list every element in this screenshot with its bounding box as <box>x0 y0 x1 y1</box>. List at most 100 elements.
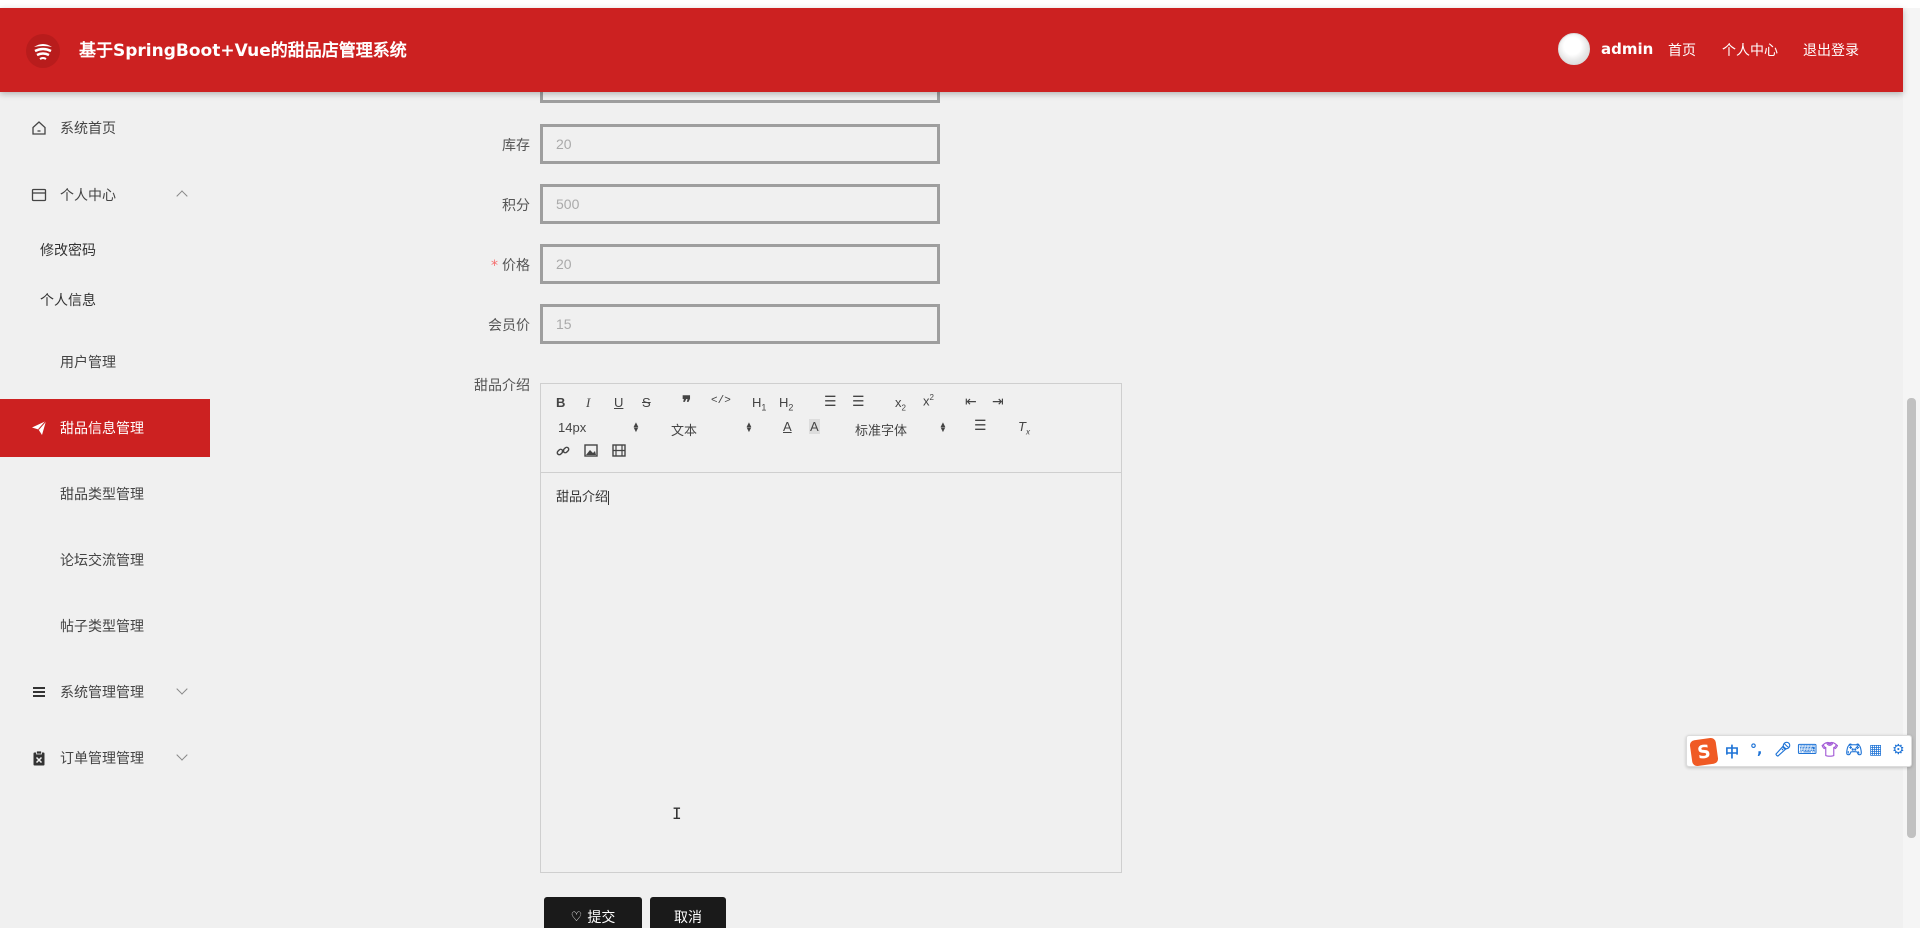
sidebar-item-order-management[interactable]: 订单管理管理 <box>0 729 210 787</box>
background-color-icon[interactable]: A <box>809 419 820 434</box>
nav-logout-link[interactable]: 退出登录 <box>1803 40 1859 60</box>
sidebar-item-home[interactable]: 系统首页 <box>0 99 210 157</box>
member-price-label: 会员价 <box>488 318 530 334</box>
price-input[interactable]: 20 <box>540 244 940 284</box>
sidebar-item-profile-center[interactable]: 个人中心 <box>0 166 210 224</box>
italic-icon[interactable]: I <box>586 395 590 411</box>
ime-toolbar: S 中 °, 🎤︎ ⌨ 👕︎ 🎮︎ ▦ ⚙ <box>1686 735 1912 767</box>
app-header: 基于SpringBoot+Vue的甜品店管理系统 admin 首页 个人中心 退… <box>0 8 1903 92</box>
editor-toolbar: B I U S ❞ </> H1 H2 ☰ ☰ x2 x2 ⇤ ⇥ 14px ▲ ▼… <box>541 384 1121 473</box>
skin-icon[interactable]: 👕︎ <box>1821 742 1839 758</box>
sidebar-item-label: 甜品信息管理 <box>60 421 144 437</box>
select-updown-icon: ▲ ▼ <box>632 420 640 434</box>
chevron-up-icon <box>176 190 188 202</box>
member-price-input[interactable]: 15 <box>540 304 940 344</box>
font-size-select[interactable]: 14px ▲ ▼ <box>558 420 640 435</box>
profile-card-icon <box>31 188 47 202</box>
sidebar: 系统首页 个人中心 修改密码 个人信息 用户管理 甜品信息管理 甜品类型管理 论… <box>0 92 210 928</box>
rich-text-editor: B I U S ❞ </> H1 H2 ☰ ☰ x2 x2 ⇤ ⇥ 14px ▲ ▼… <box>540 383 1122 873</box>
grid-icon <box>31 552 47 568</box>
chevron-down-icon <box>176 683 188 695</box>
chevron-down-icon <box>176 749 188 761</box>
image-icon[interactable] <box>584 444 598 457</box>
username: admin <box>1601 40 1654 58</box>
grid-icon <box>31 618 47 634</box>
ime-punctuation-toggle[interactable]: °, <box>1750 742 1762 758</box>
select-updown-icon: ▲ ▼ <box>939 420 947 434</box>
app-title: 基于SpringBoot+Vue的甜品店管理系统 <box>79 41 407 61</box>
heading-1-icon[interactable]: H1 <box>752 395 766 413</box>
sidebar-subitem-change-password[interactable]: 修改密码 <box>40 240 96 260</box>
bold-icon[interactable]: B <box>556 395 565 410</box>
superscript-icon[interactable]: x2 <box>923 393 934 408</box>
underline-icon[interactable]: U <box>614 395 623 410</box>
heading-2-icon[interactable]: H2 <box>779 395 793 413</box>
scrollbar[interactable] <box>1903 8 1920 928</box>
sidebar-item-label: 个人中心 <box>60 188 116 204</box>
editor-content-area[interactable]: 甜品介绍 <box>541 474 1121 872</box>
ime-logo-icon[interactable]: S <box>1689 737 1719 767</box>
select-updown-icon: ▲ ▼ <box>745 420 753 434</box>
strikethrough-icon[interactable]: S <box>642 395 651 410</box>
sidebar-item-label: 系统首页 <box>60 121 116 137</box>
sidebar-item-label: 系统管理管理 <box>60 685 144 701</box>
sidebar-item-post-type-management[interactable]: 帖子类型管理 <box>0 597 210 655</box>
sidebar-subitem-personal-info[interactable]: 个人信息 <box>40 290 96 310</box>
align-left-icon[interactable]: ☰ <box>974 418 987 435</box>
link-icon[interactable] <box>556 444 570 458</box>
cancel-button[interactable]: 取消 <box>650 897 726 928</box>
avatar[interactable] <box>1558 33 1590 65</box>
text-style-value: 文本 <box>671 423 698 438</box>
font-family-select[interactable]: 标准字体 ▲ ▼ <box>855 420 947 439</box>
nav-home-link[interactable]: 首页 <box>1668 40 1696 60</box>
logo-icon <box>26 34 60 68</box>
sidebar-item-system-management[interactable]: 系统管理管理 <box>0 663 210 721</box>
code-block-icon[interactable]: </> <box>711 395 731 407</box>
sidebar-item-label: 订单管理管理 <box>60 751 144 767</box>
scrollbar-thumb[interactable] <box>1907 398 1916 838</box>
clipboard-icon <box>33 750 45 766</box>
sidebar-item-dessert-info-management[interactable]: 甜品信息管理 <box>0 399 210 457</box>
sidebar-item-user-management[interactable]: 用户管理 <box>0 333 210 391</box>
sidebar-item-label: 帖子类型管理 <box>60 619 144 635</box>
text-cursor-icon: I <box>672 804 682 823</box>
description-label: 甜品介绍 <box>474 378 530 394</box>
font-color-icon[interactable]: A <box>783 419 792 434</box>
price-label: * 价格 <box>400 255 530 275</box>
microphone-icon[interactable]: 🎤︎ <box>1774 742 1792 758</box>
blockquote-icon[interactable]: ❞ <box>682 393 691 413</box>
keyboard-icon[interactable]: ⌨ <box>1797 742 1817 758</box>
indent-icon[interactable]: ⇥ <box>992 394 1004 411</box>
ime-mode-toggle[interactable]: 中 <box>1725 742 1739 762</box>
stock-input[interactable]: 20 <box>540 124 940 164</box>
settings-icon[interactable]: ⚙ <box>1892 742 1905 758</box>
paper-plane-icon <box>32 420 47 435</box>
clear-format-icon[interactable]: Tx <box>1018 419 1030 437</box>
submit-button[interactable]: ♡ 提交 <box>544 897 642 928</box>
nav-profile-link[interactable]: 个人中心 <box>1722 40 1778 60</box>
outdent-icon[interactable]: ⇤ <box>965 394 977 411</box>
grid-icon <box>31 486 47 502</box>
submit-button-label: 提交 <box>587 910 616 926</box>
grid-icon <box>31 354 47 370</box>
list-icon <box>33 687 45 697</box>
gamepad-icon[interactable]: 🎮︎ <box>1845 742 1863 758</box>
editor-content-text: 甜品介绍 <box>556 490 609 505</box>
font-size-value: 14px <box>558 420 587 435</box>
sidebar-item-forum-management[interactable]: 论坛交流管理 <box>0 531 210 589</box>
sidebar-item-label: 用户管理 <box>60 355 116 371</box>
sidebar-item-label: 甜品类型管理 <box>60 487 144 503</box>
video-icon[interactable] <box>612 444 626 457</box>
heart-icon: ♡ <box>570 909 583 925</box>
home-icon <box>32 121 46 135</box>
apps-icon[interactable]: ▦ <box>1869 742 1882 758</box>
sidebar-item-dessert-type-management[interactable]: 甜品类型管理 <box>0 465 210 523</box>
bullet-list-icon[interactable]: ☰ <box>852 394 865 411</box>
ordered-list-icon[interactable]: ☰ <box>824 394 837 411</box>
subscript-icon[interactable]: x2 <box>895 395 906 413</box>
points-input[interactable]: 500 <box>540 184 940 224</box>
text-style-select[interactable]: 文本 ▲ ▼ <box>671 420 753 439</box>
price-label-text: 价格 <box>502 258 530 274</box>
sidebar-item-label: 论坛交流管理 <box>60 553 144 569</box>
stock-label: 库存 <box>502 138 530 154</box>
